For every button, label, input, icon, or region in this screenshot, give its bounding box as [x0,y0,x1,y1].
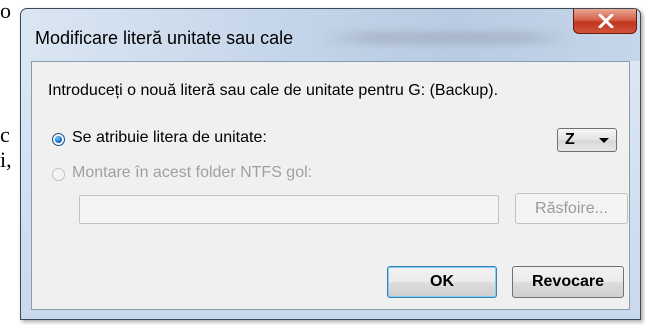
dialog-content: Introduceți o nouă literă sau cale de un… [31,61,630,310]
drive-letter-value: Z [565,131,575,148]
blurred-title-area [321,31,571,45]
background-text-fragment: i, [0,147,12,172]
close-icon [598,14,614,28]
assign-letter-radio[interactable] [52,133,65,146]
mount-folder-label[interactable]: Montare în acest folder NTFS gol: [72,164,312,182]
mount-folder-radio[interactable] [52,168,65,181]
browse-button[interactable]: Răsfoire... [515,193,628,224]
title-bar[interactable]: Modificare literă unitate sau cale [21,9,640,61]
background-text-fragment: o [0,0,11,23]
close-button[interactable] [573,9,637,34]
background-text-fragment: c [0,122,10,147]
cancel-button[interactable]: Revocare [512,266,624,298]
ok-button[interactable]: OK [387,266,497,298]
radio-selected-dot [55,136,62,143]
chevron-down-icon [599,138,609,143]
assign-letter-label[interactable]: Se atribuie litera de unitate: [72,129,267,147]
instruction-text: Introduceți o nouă literă sau cale de un… [48,82,499,99]
folder-path-input[interactable] [79,195,499,224]
drive-letter-select[interactable]: Z [557,128,617,152]
dialog-title: Modificare literă unitate sau cale [35,28,294,48]
change-drive-letter-dialog: Modificare literă unitate sau cale Intro… [20,8,641,320]
